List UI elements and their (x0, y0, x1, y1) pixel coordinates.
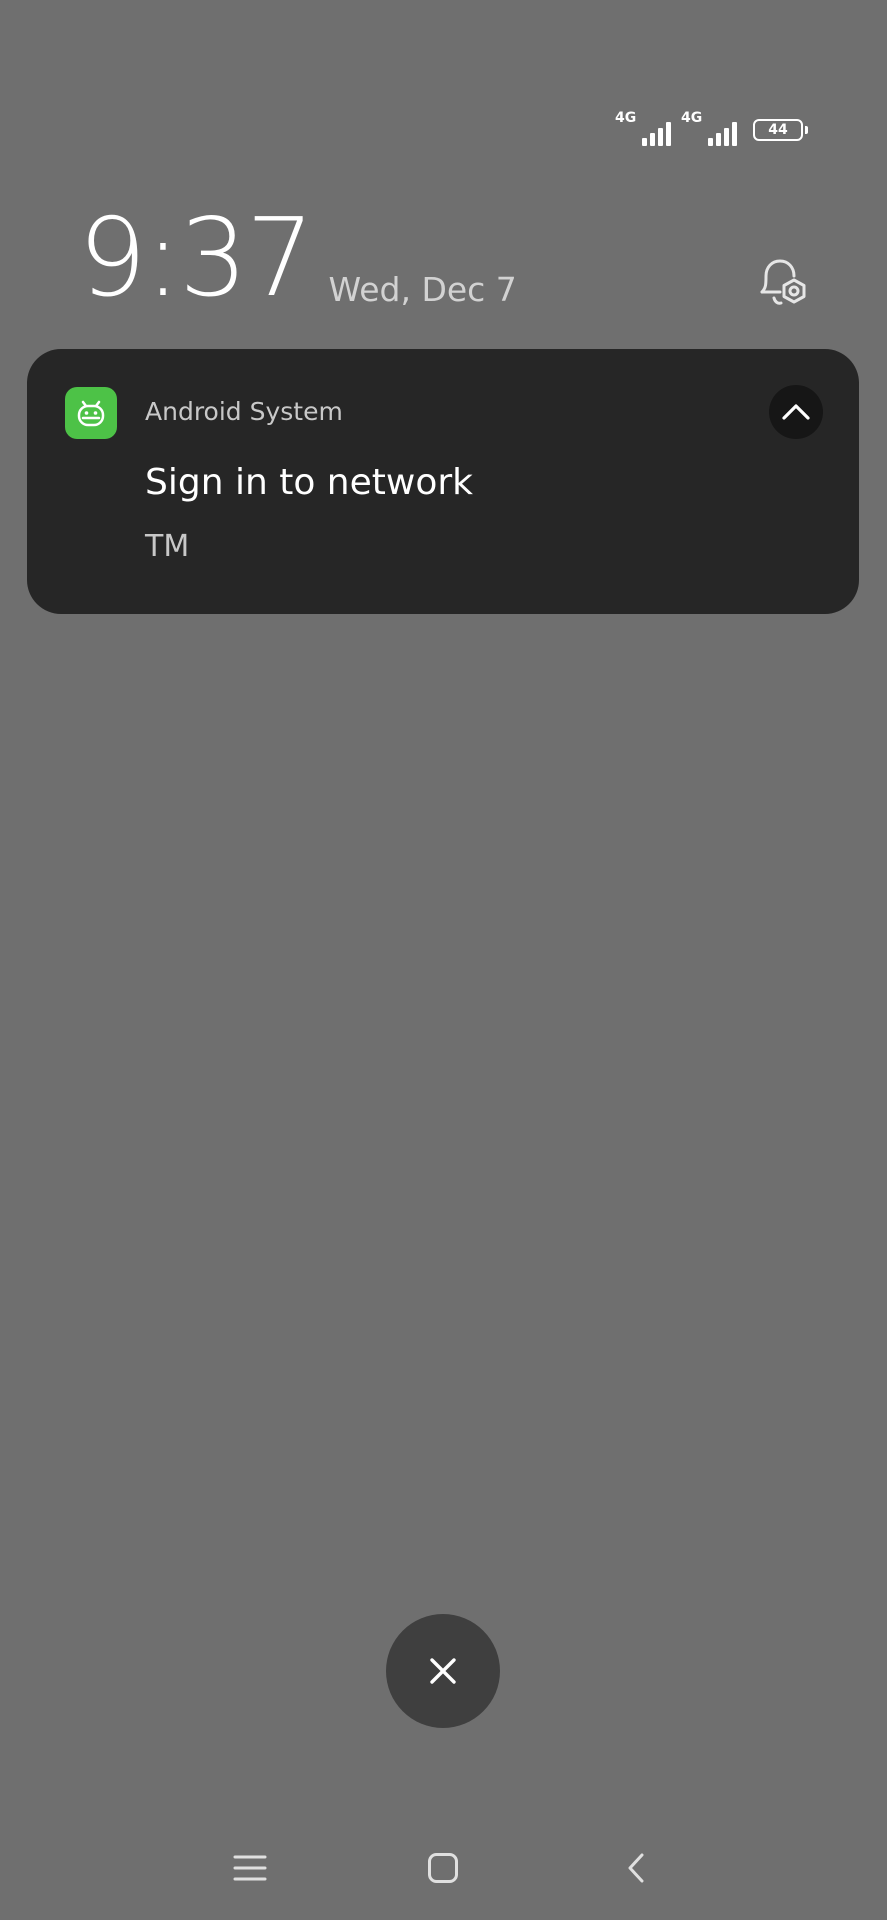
menu-icon (233, 1855, 267, 1881)
sim2-signal-bars-icon (708, 122, 737, 146)
sim2-signal: 4G (681, 110, 737, 146)
home-icon (428, 1853, 458, 1883)
android-icon (65, 387, 117, 439)
sim1-network-type: 4G (615, 110, 637, 126)
status-bar: 4G 4G 44 (615, 110, 808, 148)
sim1-signal: 4G (615, 110, 671, 146)
notification-card[interactable]: Android System Sign in to network TM (27, 349, 859, 614)
nav-back-button[interactable] (616, 1848, 656, 1888)
clear-notifications-button[interactable] (386, 1614, 500, 1728)
sim2-network-type: 4G (681, 110, 703, 126)
clock-date: Wed, Dec 7 (328, 270, 517, 309)
collapse-button[interactable] (769, 385, 823, 439)
notification-app-name: Android System (145, 397, 343, 426)
battery-icon: 44 (753, 119, 808, 141)
nav-recents-button[interactable] (230, 1848, 270, 1888)
nav-home-button[interactable] (423, 1848, 463, 1888)
clock-time: 9:37 (78, 196, 315, 321)
bell-gear-icon[interactable] (754, 254, 812, 312)
notification-title: Sign in to network (145, 462, 474, 503)
close-icon (430, 1658, 456, 1684)
back-icon (628, 1853, 644, 1883)
battery-level: 44 (768, 122, 788, 138)
sim1-signal-bars-icon (642, 122, 671, 146)
notification-text: TM (145, 529, 190, 564)
lockscreen-clock: 9:37 Wed, Dec 7 (78, 205, 517, 313)
chevron-up-icon (782, 404, 810, 420)
